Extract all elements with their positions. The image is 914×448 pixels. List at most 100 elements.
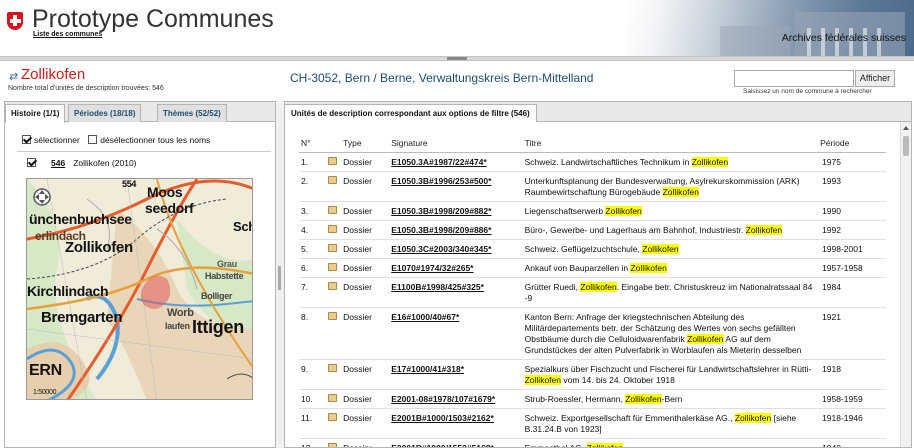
history-name: Zollikofen (2010) — [73, 158, 137, 168]
left-panel: Histoire (1/1) Périodes (18/18) Thèmes (… — [4, 101, 276, 448]
row-signature-link[interactable]: E1050.3A#1987/22#474* — [389, 152, 523, 172]
scroll-up-icon[interactable] — [903, 126, 909, 130]
table-row[interactable]: 2. Dossier E1050.3B#1996/253#500* Unterkunf… — [299, 171, 886, 202]
row-number: 6. — [299, 258, 327, 278]
map-label: Habstette — [205, 271, 244, 281]
col-type-header[interactable]: Type — [341, 135, 390, 153]
row-type: Dossier — [341, 171, 390, 202]
row-type: Dossier — [341, 389, 390, 409]
tab-themes[interactable]: Thèmes (52/52) — [157, 104, 227, 122]
units-count: Nombre total d'unités de description tro… — [8, 85, 164, 92]
row-title: Emmenthal AG, Zollikofen — [522, 438, 819, 447]
table-row[interactable]: 3. Dossier E1050.3B#1998/209#882* Liegensch… — [299, 201, 886, 221]
row-period: 1992 — [818, 220, 886, 240]
deselect-label: désélectionner tous les noms — [100, 135, 211, 145]
title-text: Grütter Ruedi, — [524, 281, 581, 292]
deselect-all-checkbox[interactable] — [88, 135, 98, 144]
show-button[interactable]: Afficher — [855, 70, 895, 87]
col-title-header[interactable]: Titre — [522, 135, 819, 153]
row-signature-link[interactable]: E2001B#1000/1503#2162* — [389, 408, 523, 439]
row-signature-link[interactable]: E1070#1974/32#265* — [389, 258, 523, 278]
row-type: Dossier — [341, 220, 390, 240]
history-row-checkbox[interactable] — [27, 158, 36, 167]
map-label: Moos — [147, 184, 183, 200]
row-signature-link[interactable]: E1050.3B#1998/209#882* — [389, 201, 523, 221]
row-signature-link[interactable]: E1100B#1998/425#325* — [389, 277, 523, 308]
table-row[interactable]: 12. Dossier E2001D#1000/1552#5168* Emmentha… — [299, 438, 886, 447]
results-scrollbar[interactable] — [900, 122, 911, 447]
table-row[interactable]: 8. Dossier E16#1000/40#67* Kanton Bern: Anf… — [299, 307, 886, 360]
tab-results[interactable]: Unités de description correspondant aux … — [285, 104, 537, 122]
table-row[interactable]: 6. Dossier E1070#1974/32#265* Ankauf von Ba… — [299, 258, 886, 278]
refresh-icon[interactable]: ⇄ — [9, 70, 18, 83]
selection-controls: sélectionner désélectionner tous les nom… — [22, 135, 210, 145]
table-row[interactable]: 1. Dossier E1050.3A#1987/22#474* Schweiz. L… — [299, 152, 886, 172]
row-icon-cell — [326, 258, 342, 278]
col-period-header[interactable]: Période — [818, 135, 886, 153]
map-scale: 1:50000 — [33, 389, 57, 396]
map-label: Worb — [167, 307, 194, 319]
splitter-grip-icon[interactable] — [447, 57, 467, 60]
row-type: Dossier — [341, 408, 390, 439]
row-title: Unterkunftsplanung der Bundesverwaltung,… — [522, 171, 819, 202]
map-label: Ittigen — [192, 317, 244, 337]
map-pan-control-icon[interactable] — [33, 188, 51, 206]
row-icon-cell — [326, 152, 342, 172]
col-number-header[interactable]: N° — [299, 135, 327, 153]
folder-icon — [328, 156, 338, 165]
row-title: Strub-Roessler, Hermann, Zollikofen-Bern — [522, 389, 819, 409]
row-signature-link[interactable]: E16#1000/40#67* — [389, 307, 523, 360]
table-row[interactable]: 9. Dossier E17#1000/41#318* Spezialkurs übe… — [299, 359, 886, 390]
panel-splitter[interactable] — [276, 101, 284, 448]
row-title: Kanton Bern: Anfrage der kriegstechnisch… — [522, 307, 819, 360]
table-row[interactable]: 4. Dossier E1050.3B#1998/209#886* Büro-, Ge… — [299, 220, 886, 240]
map-label: 554 — [122, 179, 137, 189]
row-period: 1918 — [818, 359, 886, 390]
tab-periodes[interactable]: Périodes (18/18) — [68, 104, 142, 122]
map-label: Bremgarten — [41, 309, 123, 326]
row-signature-link[interactable]: E17#1000/41#318* — [389, 359, 523, 390]
select-label: sélectionner — [34, 135, 80, 145]
table-row[interactable]: 7. Dossier E1100B#1998/425#325* Grütter Rue… — [299, 277, 886, 308]
highlight-match: Zollikofen — [630, 262, 667, 273]
map-label: Zollikofen — [65, 239, 133, 256]
row-signature-link[interactable]: E2001D#1000/1552#5168* — [389, 438, 523, 447]
row-period: 1990 — [818, 201, 886, 221]
row-icon-cell — [326, 201, 342, 221]
row-type: Dossier — [341, 307, 390, 360]
map-label: Sch — [233, 219, 252, 234]
col-signature-header[interactable]: Signature — [389, 135, 523, 153]
row-type: Dossier — [341, 359, 390, 390]
row-signature-link[interactable]: E1050.3C#2003/340#345* — [389, 239, 523, 259]
scroll-thumb[interactable] — [903, 136, 909, 156]
row-period: 1921 — [818, 307, 886, 360]
select-all-checkbox[interactable] — [22, 135, 31, 144]
row-number: 5. — [299, 239, 327, 259]
row-period: 1940 — [818, 438, 886, 447]
row-icon-cell — [326, 307, 342, 360]
title-text: Strub-Roessler, Hermann, — [524, 393, 626, 404]
table-row[interactable]: 11. Dossier E2001B#1000/1503#2162* Schweiz.… — [299, 408, 886, 439]
row-signature-link[interactable]: E1050.3B#1998/209#886* — [389, 220, 523, 240]
row-title: Schweiz. Landwirtschaftliches Technikum … — [522, 152, 819, 172]
map-label: laufen — [165, 321, 190, 331]
row-type: Dossier — [341, 258, 390, 278]
history-count-link[interactable]: 546 — [51, 158, 65, 168]
communes-list-link[interactable]: Liste des communes — [33, 31, 102, 38]
row-signature-link[interactable]: E1050.3B#1996/253#500* — [389, 171, 523, 202]
tab-histoire[interactable]: Histoire (1/1) — [5, 104, 66, 123]
col-icon-header — [326, 135, 342, 153]
row-period: 1975 — [818, 152, 886, 172]
highlight-match: Zollikofen — [586, 442, 623, 447]
commune-search-input[interactable] — [734, 70, 854, 87]
table-row[interactable]: 5. Dossier E1050.3C#2003/340#345* Schweiz. … — [299, 239, 886, 259]
commune-map[interactable]: 554 Moos seedorf ünchenbuchsee erlindach… — [26, 178, 253, 400]
row-period: 1918-1946 — [818, 408, 886, 439]
row-type: Dossier — [341, 277, 390, 308]
map-label: ünchenbuchsee — [29, 211, 132, 227]
row-signature-link[interactable]: E2001-08#1978/107#1679* — [389, 389, 523, 409]
row-number: 1. — [299, 152, 327, 172]
row-number: 12. — [299, 438, 327, 447]
table-row[interactable]: 10. Dossier E2001-08#1978/107#1679* Strub-R… — [299, 389, 886, 409]
row-type: Dossier — [341, 438, 390, 447]
